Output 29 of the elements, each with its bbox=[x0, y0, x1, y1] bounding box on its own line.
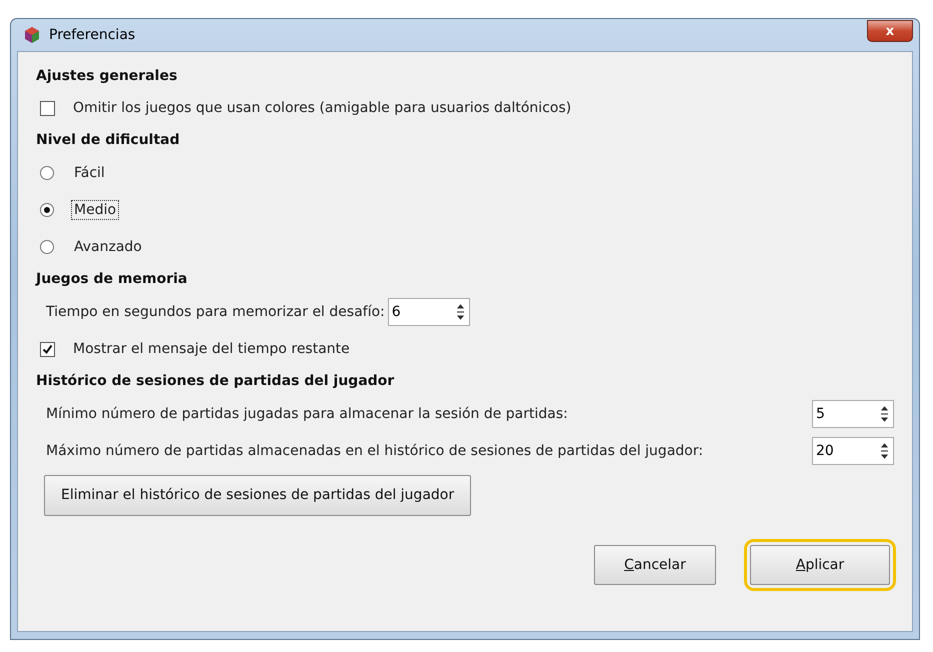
spin-label: Tiempo en segundos para memorizar el desafío: bbox=[46, 304, 385, 320]
clear-history-button[interactable]: Eliminar el histórico de sesiones de partidas del jugador bbox=[44, 474, 472, 516]
window-title: Preferencias bbox=[49, 27, 136, 43]
number-spinbox[interactable]: 6 bbox=[388, 298, 470, 326]
dialog-button[interactable]: Cancelar bbox=[594, 545, 716, 585]
checkbox[interactable] bbox=[40, 342, 55, 356]
section-heading: Nivel de dificultad bbox=[36, 132, 181, 148]
radio-button[interactable] bbox=[40, 240, 54, 254]
spin-arrows-icon[interactable] bbox=[456, 302, 465, 322]
section-heading: Ajustes generales bbox=[36, 68, 178, 84]
number-spinbox[interactable]: 20 bbox=[812, 436, 894, 464]
section-heading: Histórico de sesiones de partidas del jugador bbox=[36, 373, 396, 389]
spin-label: Máximo número de partidas almacenadas en el histórico de sesiones de partidas del jugador: bbox=[46, 442, 704, 458]
spin-arrows-icon[interactable] bbox=[880, 440, 889, 460]
checkbox[interactable] bbox=[40, 100, 55, 116]
radio-button[interactable] bbox=[40, 166, 54, 180]
cube-icon bbox=[23, 26, 41, 44]
section-heading: Juegos de memoria bbox=[36, 271, 188, 287]
dialog-button[interactable]: Aplicar bbox=[750, 545, 890, 585]
spin-arrows-icon[interactable] bbox=[880, 404, 889, 424]
radio-label: Fácil bbox=[73, 164, 106, 182]
checkbox-label: Omitir los juegos que usan colores (amigable para usuarios daltónicos) bbox=[72, 99, 572, 118]
radio-button[interactable] bbox=[40, 202, 54, 216]
radio-label: Avanzado bbox=[73, 238, 143, 256]
spin-label: Mínimo número de partidas jugadas para almacenar la sesión de partidas: bbox=[46, 406, 568, 422]
radio-label: Medio bbox=[71, 200, 120, 220]
checkbox-label: Mostrar el mensaje del tiempo restante bbox=[72, 340, 351, 359]
number-spinbox[interactable]: 5 bbox=[812, 400, 894, 428]
close-button[interactable]: x bbox=[867, 20, 913, 42]
